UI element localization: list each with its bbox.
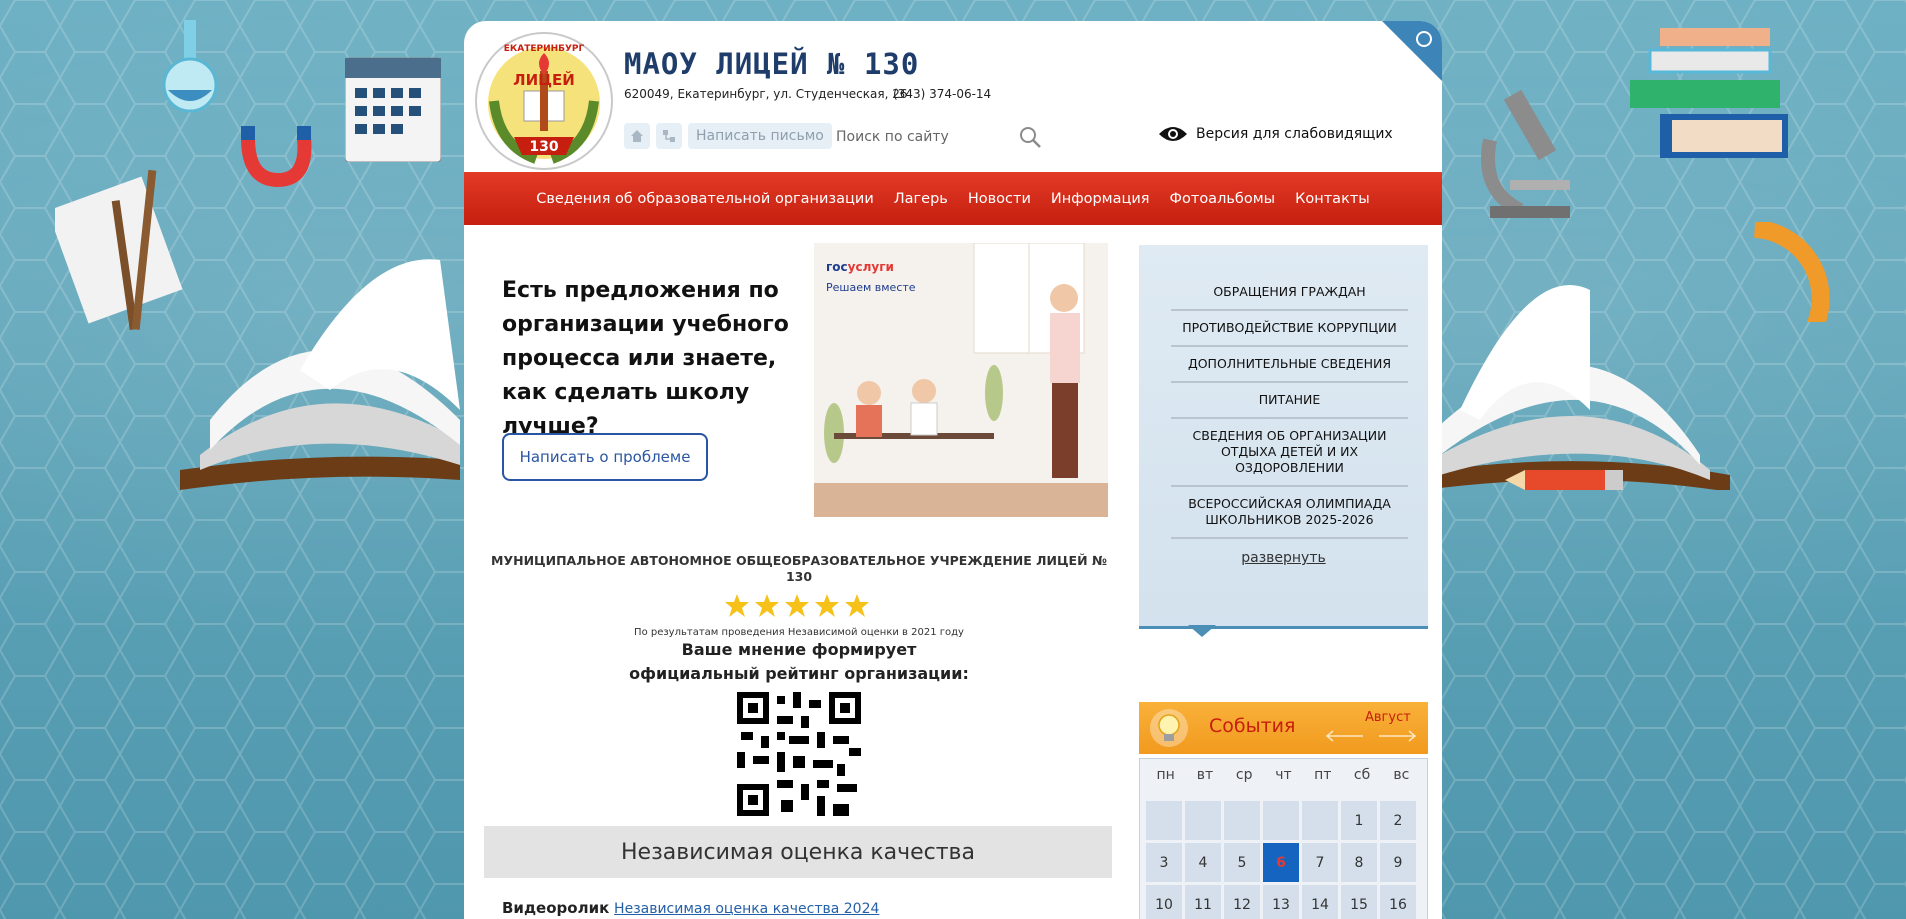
- sitemap-icon: [663, 130, 675, 142]
- qr-code-icon[interactable]: [737, 692, 861, 816]
- home-icon: [631, 130, 643, 142]
- svg-text:госуслуги: госуслуги: [826, 260, 894, 274]
- write-letter-button[interactable]: Написать письмо: [688, 123, 832, 149]
- weekday-mon: пн: [1156, 767, 1175, 783]
- svg-text:130: 130: [529, 139, 558, 155]
- calendar-day[interactable]: 3: [1146, 843, 1182, 882]
- calendar-day-empty: [1146, 801, 1182, 840]
- calendar-day[interactable]: 12: [1224, 885, 1260, 919]
- sidebar-item-children-recreation[interactable]: СВЕДЕНИЯ ОБ ОРГАНИЗАЦИИ ОТДЫХА ДЕТЕЙ И И…: [1171, 419, 1408, 487]
- sidebar-item-anti-corruption[interactable]: ПРОТИВОДЕЙСТВИЕ КОРРУПЦИИ: [1171, 311, 1408, 347]
- calendar-day-empty: [1185, 801, 1221, 840]
- nav-item-news[interactable]: Новости: [968, 191, 1031, 207]
- sidebar-menu: ОБРАЩЕНИЯ ГРАЖДАН ПРОТИВОДЕЙСТВИЕ КОРРУП…: [1139, 245, 1428, 629]
- pencil-illustration: [1505, 470, 1623, 490]
- home-button[interactable]: [624, 123, 650, 149]
- sidebar-item-citizen-appeals[interactable]: ОБРАЩЕНИЯ ГРАЖДАН: [1171, 275, 1408, 311]
- calendar-day[interactable]: 8: [1341, 843, 1377, 882]
- rating-line-1: Ваше мнение формирует: [681, 640, 917, 659]
- weekday-sat: сб: [1353, 767, 1371, 783]
- nav-item-education-info[interactable]: Сведения об образовательной организации: [536, 191, 873, 207]
- calendar-day-empty: [1263, 801, 1299, 840]
- site-title[interactable]: МАОУ ЛИЦЕЙ № 130: [624, 47, 919, 81]
- header-toolbar: Написать письмо: [624, 122, 832, 150]
- eye-icon: [1159, 127, 1187, 141]
- calendar-day[interactable]: 14: [1302, 885, 1338, 919]
- events-header: События Август: [1139, 702, 1428, 754]
- independent-quality-assessment-bar[interactable]: Независимая оценка качества: [484, 826, 1112, 878]
- video-label: Видеоролик: [502, 899, 610, 917]
- calendar-illustration: [345, 57, 441, 162]
- calendar-days: 1 2 3 4 5 6 7 8 9 10 11 12 13 14 15 16: [1140, 797, 1427, 919]
- lyceum-logo: ЕКАТЕРИНБУРГ ЛИЦЕЙ 130: [475, 32, 613, 170]
- calendar-day[interactable]: 7: [1302, 843, 1338, 882]
- flask-icon: [162, 20, 218, 113]
- nav-item-photo-albums[interactable]: Фотоальбомы: [1170, 191, 1276, 207]
- calendar-day[interactable]: 10: [1146, 885, 1182, 919]
- sidebar-item-additional-info[interactable]: ДОПОЛНИТЕЛЬНЫЕ СВЕДЕНИЯ: [1171, 347, 1408, 383]
- calendar-day-empty: [1224, 801, 1260, 840]
- calendar-day[interactable]: 5: [1224, 843, 1260, 882]
- rating-line-2: официальный рейтинг организации:: [629, 664, 969, 683]
- promo-text: Есть предложения по организации учебного…: [502, 278, 789, 439]
- main-navigation: Сведения об образовательной организации …: [464, 172, 1442, 225]
- microscope-illustration: [1481, 89, 1570, 218]
- rating-org-name: МУНИЦИПАЛЬНОЕ АВТОНОМНОЕ ОБЩЕОБРАЗОВАТЕЛ…: [491, 553, 1107, 584]
- open-book-left-illustration: [180, 259, 460, 490]
- nav-item-information[interactable]: Информация: [1051, 191, 1150, 207]
- calendar-day[interactable]: 13: [1263, 885, 1299, 919]
- rating-note: По результатам проведения Независимой оц…: [634, 627, 964, 638]
- search-icon[interactable]: [1018, 125, 1042, 149]
- events-title: События: [1209, 715, 1296, 737]
- gosuslugi-banner-image[interactable]: госуслуги Решаем вместе: [814, 243, 1108, 517]
- lightbulb-icon: [1150, 709, 1188, 747]
- nav-item-camp[interactable]: Лагерь: [894, 191, 948, 207]
- weekday-fri: пт: [1314, 767, 1332, 783]
- sidebar-item-nutrition[interactable]: ПИТАНИЕ: [1171, 383, 1408, 419]
- calendar-day[interactable]: 1: [1341, 801, 1377, 840]
- weekday-wed: ср: [1235, 767, 1253, 783]
- page-corner-fold: [1382, 21, 1442, 81]
- svg-text:ЛИЦЕЙ: ЛИЦЕЙ: [513, 70, 575, 89]
- sitemap-button[interactable]: [656, 123, 682, 149]
- weekday-sun: вс: [1393, 767, 1410, 783]
- sidebar-item-olympiad[interactable]: ВСЕРОССИЙСКАЯ ОЛИМПИАДА ШКОЛЬНИКОВ 2025-…: [1171, 487, 1408, 539]
- calendar-day[interactable]: 16: [1380, 885, 1416, 919]
- calendar-day[interactable]: 2: [1380, 801, 1416, 840]
- main-page: ЕКАТЕРИНБУРГ ЛИЦЕЙ 130 МАОУ ЛИЦЕЙ № 130 …: [464, 21, 1442, 919]
- calendar-day[interactable]: 15: [1341, 885, 1377, 919]
- books-stack-illustration: [1630, 28, 1788, 158]
- magnet-icon: [241, 126, 312, 188]
- nav-item-contacts[interactable]: Контакты: [1295, 191, 1370, 207]
- brushes-illustration: [55, 169, 183, 331]
- calendar-day[interactable]: 9: [1380, 843, 1416, 882]
- calendar-day[interactable]: 11: [1185, 885, 1221, 919]
- report-problem-button[interactable]: Написать о проблеме: [502, 433, 708, 481]
- sidebar-pointer: [1188, 625, 1216, 637]
- independent-rating-banner[interactable]: МУНИЦИПАЛЬНОЕ АВТОНОМНОЕ ОБЩЕОБРАЗОВАТЕЛ…: [484, 551, 1114, 851]
- school-phone: (343) 374-06-14: [893, 87, 992, 101]
- calendar-weekdays: пн вт ср чт пт сб вс: [1140, 759, 1427, 797]
- svg-text:ЕКАТЕРИНБУРГ: ЕКАТЕРИНБУРГ: [504, 44, 585, 54]
- video-line: Видеоролик Независимая оценка качества 2…: [502, 899, 879, 917]
- low-vision-label: Версия для слабовидящих: [1196, 126, 1393, 142]
- video-link[interactable]: Независимая оценка качества 2024: [614, 901, 879, 917]
- calendar-day-today[interactable]: 6: [1263, 843, 1299, 882]
- svg-text:Решаем вместе: Решаем вместе: [826, 281, 916, 294]
- weekday-thu: чт: [1275, 767, 1292, 783]
- sidebar-expand-link[interactable]: развернуть: [1139, 550, 1428, 566]
- calendar-day-empty: [1302, 801, 1338, 840]
- five-stars-icon: [725, 594, 869, 617]
- protractor-illustration: [1753, 222, 1830, 322]
- search-input[interactable]: [834, 122, 1048, 152]
- weekday-tue: вт: [1196, 767, 1214, 783]
- calendar-day[interactable]: 4: [1185, 843, 1221, 882]
- open-book-right-illustration: [1440, 285, 1730, 490]
- events-calendar: пн вт ср чт пт сб вс 1 2 3 4 5 6 7 8 9 1…: [1139, 758, 1428, 919]
- prev-month-arrow-icon[interactable]: [1325, 730, 1365, 742]
- school-address: 620049, Екатеринбург, ул. Студенческая, …: [624, 87, 908, 101]
- next-month-arrow-icon[interactable]: [1377, 730, 1417, 742]
- low-vision-version-link[interactable]: Версия для слабовидящих: [1158, 125, 1393, 143]
- events-month: Август: [1365, 710, 1411, 725]
